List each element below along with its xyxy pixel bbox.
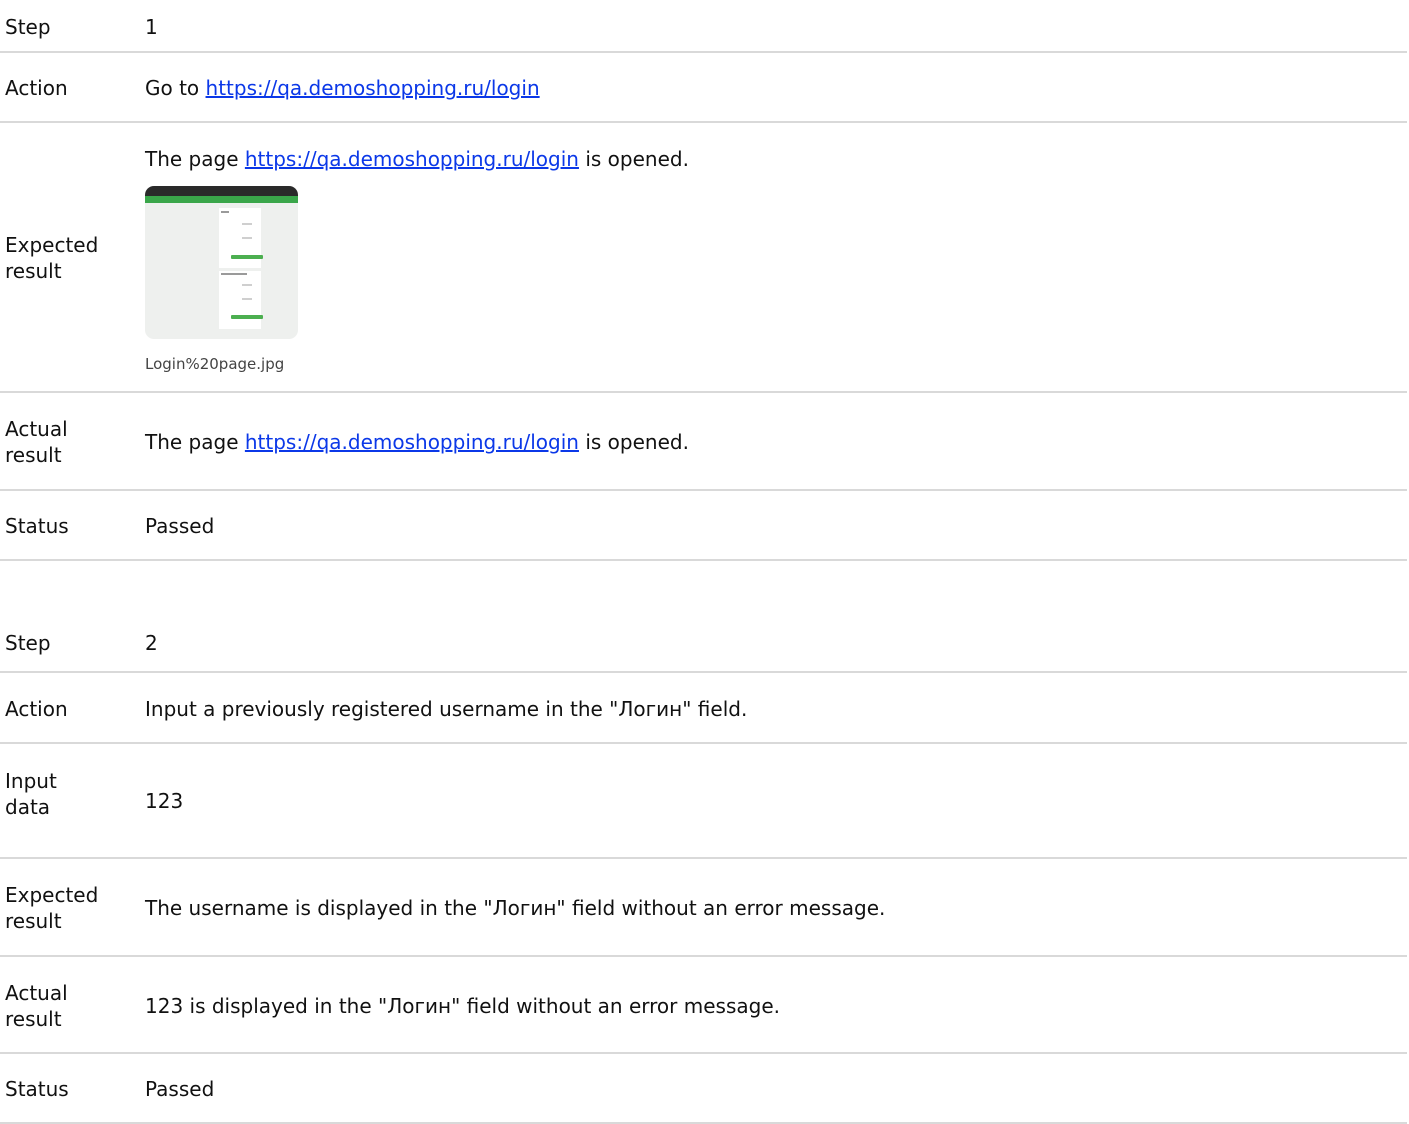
actual-result-row: Actual result The page https://qa.demosh… [0, 393, 1409, 491]
thumb-line [242, 298, 252, 300]
step-2-block: Step 2 Action Input a previously registe… [0, 612, 1409, 1124]
step-row: Step 1 [0, 0, 1409, 53]
thumb-nav [145, 196, 298, 203]
step-number: 2 [145, 630, 158, 655]
thumb-line [242, 284, 252, 286]
attachment-filename[interactable]: Login%20page.jpg [145, 354, 689, 374]
expected-prefix: The page [145, 147, 239, 171]
expected-label-line-1: Expected [5, 233, 99, 257]
expected-result-value: The page https://qa.demoshopping.ru/logi… [140, 123, 689, 374]
expected-result-row: Expected result The page https://qa.demo… [0, 123, 1409, 393]
actual-label-line-2: result [5, 1006, 62, 1031]
actual-label-line-2: result [5, 443, 62, 467]
actual-prefix: The page [145, 430, 239, 454]
thumb-line [221, 211, 229, 213]
actual-result-label: Actual result [0, 980, 140, 1032]
thumb-button [231, 315, 263, 319]
status-value: Passed [145, 1077, 215, 1101]
expected-result-value: The username is displayed in the "Логин"… [145, 896, 886, 920]
action-link[interactable]: https://qa.demoshopping.ru/login [206, 76, 540, 100]
attachment-thumbnail[interactable] [145, 186, 298, 339]
input-data-value: 123 [145, 789, 184, 813]
step-1-block: Step 1 Action Go to https://qa.demoshopp… [0, 0, 1409, 561]
input-data-label: Input data [0, 744, 140, 820]
expected-result-label: Expected result [0, 232, 140, 284]
actual-suffix: is opened. [585, 430, 689, 454]
input-data-row: Input data 123 [0, 744, 1409, 859]
expected-link[interactable]: https://qa.demoshopping.ru/login [245, 147, 579, 171]
action-label: Action [5, 76, 68, 100]
step-number: 1 [145, 14, 158, 39]
actual-label-line-1: Actual [5, 980, 68, 1005]
actual-result-label: Actual result [0, 416, 140, 468]
actual-result-row: Actual result 123 is displayed in the "Л… [0, 957, 1409, 1054]
thumb-form-1 [219, 208, 261, 268]
status-row: Status Passed [0, 1054, 1409, 1124]
expected-label-line-2: result [5, 909, 62, 933]
status-label: Status [5, 514, 69, 538]
expected-result-text: The page https://qa.demoshopping.ru/logi… [145, 146, 689, 172]
status-label: Status [5, 1077, 69, 1101]
thumb-header [145, 186, 298, 196]
actual-label-line-1: Actual [5, 417, 68, 441]
expected-result-row: Expected result The username is displaye… [0, 859, 1409, 957]
status-row: Status Passed [0, 491, 1409, 561]
expected-result-label: Expected result [0, 882, 140, 934]
actual-result-value: 123 is displayed in the "Логин" field wi… [145, 993, 780, 1018]
status-value: Passed [145, 514, 215, 538]
action-row: Action Go to https://qa.demoshopping.ru/… [0, 53, 1409, 123]
action-value: Go to https://qa.demoshopping.ru/login [140, 75, 540, 101]
input-label-line-1: Input [5, 769, 57, 793]
action-value: Input a previously registered username i… [145, 696, 748, 721]
expected-suffix: is opened. [585, 147, 689, 171]
actual-result-value: The page https://qa.demoshopping.ru/logi… [140, 429, 689, 455]
thumb-button [231, 255, 263, 259]
expected-label-line-2: result [5, 259, 62, 283]
action-row: Action Input a previously registered use… [0, 673, 1409, 744]
thumb-line [221, 273, 247, 275]
thumb-line [242, 223, 252, 225]
step-label: Step [5, 14, 51, 39]
thumb-form-2 [219, 271, 261, 329]
step-spacer [0, 561, 1409, 612]
actual-link[interactable]: https://qa.demoshopping.ru/login [245, 430, 579, 454]
input-label-line-2: data [5, 795, 51, 819]
action-label: Action [5, 696, 68, 721]
action-prefix: Go to [145, 76, 200, 100]
step-label: Step [5, 630, 51, 655]
thumb-line [242, 237, 252, 239]
step-row: Step 2 [0, 612, 1409, 673]
expected-label-line-1: Expected [5, 883, 99, 907]
